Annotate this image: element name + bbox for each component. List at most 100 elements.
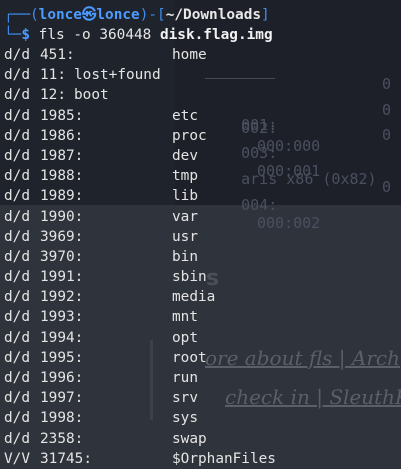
entry-inode: 12: — [40, 87, 66, 104]
entry-type: d/d — [4, 349, 30, 366]
prompt-at-symbol: ㉿ — [81, 7, 97, 23]
entry-name: sys — [172, 410, 198, 427]
listing-row: V/V 31745: $OrphanFiles — [4, 449, 401, 469]
entry-name: home — [172, 47, 207, 63]
entry-type: d/d — [4, 147, 30, 164]
prompt-bracket: ┌──( — [4, 7, 39, 23]
command-name: fls — [38, 27, 65, 43]
entry-name: $OrphanFiles — [172, 450, 276, 467]
prompt-line-2: └─$ fls -o 360448 disk.flag.img — [4, 25, 273, 45]
fls-listing: d/d 451: home d/d 11: lost+found d/d 12: boot d/d… — [4, 45, 401, 469]
listing-row: d/d 1992: media — [4, 287, 401, 307]
entry-type: d/d — [4, 269, 30, 286]
listing-row: d/d 1994: opt — [4, 328, 401, 348]
prompt-bracket: ] — [261, 7, 270, 23]
entry-type: d/d — [4, 309, 30, 326]
entry-inode: 1987: — [40, 147, 84, 164]
entry-name: usr — [172, 228, 198, 245]
listing-row: d/d 1995: root — [4, 348, 401, 368]
terminal-screen: 001: 002: 000:000 003: 000:001 aris x86 … — [0, 0, 401, 469]
entry-inode: 31745: — [40, 450, 92, 467]
entry-type: d/d — [4, 47, 30, 63]
entry-type: d/d — [4, 390, 30, 407]
entry-name: etc — [172, 107, 198, 124]
prompt-path: ~/Downloads — [165, 7, 262, 23]
entry-name: mnt — [172, 309, 198, 326]
entry-inode: 3970: — [40, 248, 84, 265]
command-args: -o 360448 — [64, 27, 160, 43]
entry-name: tmp — [172, 168, 198, 185]
entry-inode: 1991: — [40, 269, 84, 286]
entry-inode: 1998: — [40, 410, 84, 427]
entry-name: run — [172, 370, 198, 386]
entry-inode: 1989: — [40, 188, 84, 205]
entry-type: d/d — [4, 430, 30, 447]
listing-row: d/d 3970: bin — [4, 247, 401, 267]
listing-row: d/d 1986: proc — [4, 126, 401, 146]
entry-name: media — [172, 289, 216, 306]
listing-row: d/d 11: lost+found — [4, 65, 401, 85]
prompt-bracket: )-[ — [139, 7, 166, 23]
entry-type: d/d — [4, 107, 30, 124]
listing-row: d/d 12: boot — [4, 85, 401, 105]
entry-inode: 2358: — [40, 430, 84, 447]
entry-inode: 1990: — [40, 208, 84, 225]
entry-inode: 1997: — [40, 390, 84, 407]
entry-name: proc — [172, 127, 207, 144]
listing-row: d/d 451: home — [4, 45, 401, 65]
prompt-host: lonce — [96, 7, 140, 23]
entry-inode: 1996: — [40, 370, 84, 386]
listing-row: d/d 1988: tmp — [4, 166, 401, 186]
entry-name: root — [172, 349, 207, 366]
entry-inode: 11: — [40, 67, 66, 84]
entry-name: lost+found — [74, 67, 161, 84]
entry-type: d/d — [4, 329, 30, 346]
prompt-corner: └─ — [4, 27, 22, 43]
entry-name: sbin — [172, 269, 207, 286]
listing-row: d/d 1997: srv — [4, 388, 401, 408]
entry-inode: 451: — [40, 47, 75, 63]
entry-name: lib — [172, 188, 198, 205]
entry-name: dev — [172, 147, 198, 164]
entry-inode: 1986: — [40, 127, 84, 144]
entry-type: d/d — [4, 188, 30, 205]
entry-inode: 1988: — [40, 168, 84, 185]
entry-inode: 1992: — [40, 289, 84, 306]
entry-name: srv — [172, 390, 198, 407]
listing-row: d/d 1989: lib — [4, 186, 401, 206]
listing-row: d/d 1998: sys — [4, 408, 401, 428]
entry-type: d/d — [4, 228, 30, 245]
entry-inode: 1995: — [40, 349, 84, 366]
prompt-dollar: $ — [21, 27, 30, 43]
command-image-arg: disk.flag.img — [159, 27, 273, 43]
listing-row: d/d 3969: usr — [4, 227, 401, 247]
prompt-line-1: ┌──(lonce㉿lonce)-[~/Downloads] — [4, 5, 270, 25]
entry-name: opt — [172, 329, 198, 346]
entry-inode: 1994: — [40, 329, 84, 346]
entry-type: d/d — [4, 87, 30, 104]
entry-type: d/d — [4, 370, 30, 386]
entry-name: bin — [172, 248, 198, 265]
prompt-user: lonce — [38, 7, 82, 23]
entry-type: d/d — [4, 67, 30, 84]
entry-name: boot — [74, 87, 109, 104]
listing-row: d/d 1991: sbin — [4, 267, 401, 287]
entry-inode: 1993: — [40, 309, 84, 326]
entry-type: d/d — [4, 410, 30, 427]
entry-type: d/d — [4, 127, 30, 144]
entry-type: V/V — [4, 450, 30, 467]
entry-type: d/d — [4, 168, 30, 185]
entry-name: swap — [172, 430, 207, 447]
entry-inode: 3969: — [40, 228, 84, 245]
entry-inode: 1985: — [40, 107, 84, 124]
terminal-output[interactable]: ┌──(lonce㉿lonce)-[~/Downloads] └─$ fls -… — [0, 0, 401, 469]
listing-row: d/d 2358: swap — [4, 429, 401, 449]
listing-row: d/d 1990: var — [4, 207, 401, 227]
listing-row: d/d 1987: dev — [4, 146, 401, 166]
entry-type: d/d — [4, 289, 30, 306]
entry-name: var — [172, 208, 198, 225]
entry-type: d/d — [4, 208, 30, 225]
listing-row: d/d 1993: mnt — [4, 307, 401, 327]
listing-row: d/d 1985: etc — [4, 106, 401, 126]
entry-type: d/d — [4, 248, 30, 265]
